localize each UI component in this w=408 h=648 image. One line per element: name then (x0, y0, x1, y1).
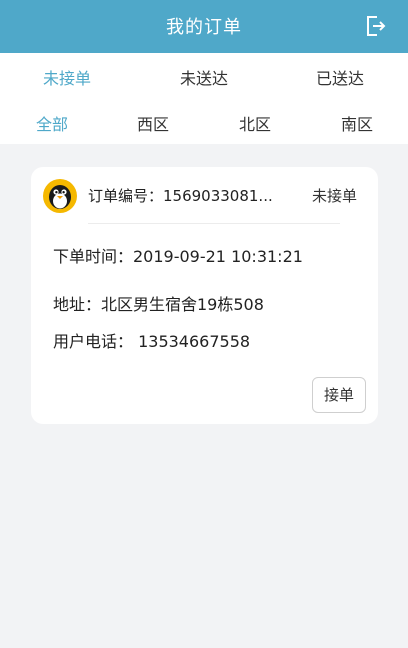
logout-icon[interactable] (364, 14, 386, 38)
penguin-avatar-icon (43, 179, 77, 213)
user-phone: 用户电话： 13534667558 (53, 332, 251, 351)
tab-area-west[interactable]: 西区 (137, 111, 169, 135)
tab-area-north[interactable]: 北区 (239, 111, 271, 135)
tab-undelivered[interactable]: 未送达 (180, 65, 228, 89)
tab-area-all[interactable]: 全部 (36, 111, 68, 135)
accept-order-button[interactable]: 接单 (312, 377, 366, 413)
order-card: 订单编号：1569033081... 未接单 下单时间：2019-09-21 1… (31, 167, 378, 424)
order-time: 下单时间：2019-09-21 10:31:21 (53, 247, 303, 266)
tab-area-south[interactable]: 南区 (341, 111, 373, 135)
card-divider (88, 223, 340, 224)
area-filter-tabs: 全部 西区 北区 南区 (0, 97, 408, 144)
order-status-tabs: 未接单 未送达 已送达 (0, 53, 408, 97)
tab-delivered[interactable]: 已送达 (316, 65, 364, 89)
order-number: 订单编号：1569033081... (88, 187, 273, 205)
tab-unaccepted[interactable]: 未接单 (43, 65, 91, 89)
app-header: 我的订单 (0, 0, 408, 53)
order-status-badge: 未接单 (311, 187, 357, 205)
page-title: 我的订单 (166, 17, 242, 38)
order-address: 地址：北区男生宿舍19栋508 (53, 295, 264, 314)
